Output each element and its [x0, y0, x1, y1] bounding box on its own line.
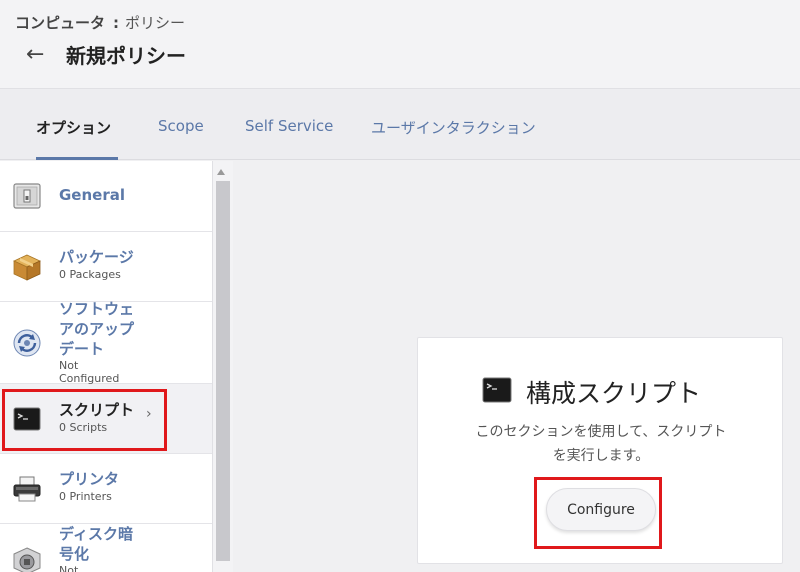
sidebar-item-label-line-1: ディスク暗 [59, 525, 133, 543]
sidebar-item-status-line-1: Not [59, 359, 79, 372]
terminal-icon [482, 377, 512, 407]
sidebar-item-label: スクリプト [59, 401, 135, 419]
sidebar-item-label-line-1: ソフトウェ [59, 300, 135, 318]
back-arrow-icon[interactable]: ← [26, 42, 56, 67]
breadcrumb-policies[interactable]: ポリシー [125, 12, 185, 33]
terminal-icon [12, 404, 42, 434]
sidebar-item-count: 0 Printers [59, 490, 112, 503]
breadcrumb-separator: : [113, 13, 120, 32]
sidebar-item-label-line-2: 号化 [59, 545, 90, 563]
configure-scripts-card: 構成スクリプト このセクションを使用して、スクリプト を実行します。 Confi… [417, 337, 783, 564]
sidebar-item-software-update[interactable]: ソフトウェ アのアップ デート Not Configured [0, 300, 212, 385]
tab-options[interactable]: オプション [36, 117, 111, 138]
tab-user-interaction[interactable]: ユーザインタラクション [371, 117, 536, 138]
tab-bar: オプション Scope Self Service ユーザインタラクション [0, 88, 800, 160]
sidebar-item-label: パッケージ [59, 248, 134, 266]
page-header: コンピュータ : ポリシー ← 新規ポリシー [0, 0, 800, 88]
sidebar: General パッケージ 0 Packages ソフトウェ アのアップ デート… [0, 161, 213, 572]
sidebar-item-printers[interactable]: プリンタ 0 Printers [0, 454, 212, 524]
sidebar-item-status-line-1: Not [59, 564, 79, 572]
main-content: 構成スクリプト このセクションを使用して、スクリプト を実行します。 Confi… [233, 161, 800, 572]
scrollbar-thumb[interactable] [216, 181, 230, 561]
sidebar-item-disk-encryption[interactable]: ディスク暗 号化 Not [0, 524, 212, 572]
sidebar-item-general[interactable]: General [0, 161, 212, 232]
sidebar-item-label: プリンタ [59, 470, 120, 488]
sidebar-item-count: 0 Packages [59, 268, 121, 281]
card-description-line-1: このセクションを使用して、スクリプト [475, 424, 727, 440]
sidebar-scrollbar[interactable] [213, 161, 233, 572]
sidebar-item-count: 0 Scripts [59, 421, 108, 434]
configure-button[interactable]: Configure [546, 488, 656, 531]
breadcrumb: コンピュータ : ポリシー [15, 12, 185, 33]
card-title: 構成スクリプト [526, 379, 702, 408]
chevron-right-icon: › [146, 406, 152, 422]
sidebar-item-scripts[interactable]: スクリプト 0 Scripts › [0, 384, 212, 454]
printer-icon [12, 474, 42, 504]
card-description-line-2: を実行します。 [552, 448, 650, 464]
switch-icon [12, 181, 42, 211]
package-box-icon [12, 252, 42, 282]
software-update-icon [12, 328, 42, 358]
sidebar-item-label-line-3: デート [59, 340, 105, 358]
scroll-up-arrow-icon[interactable] [217, 169, 225, 175]
active-tab-indicator [36, 157, 118, 160]
breadcrumb-computers[interactable]: コンピュータ [15, 12, 105, 33]
page-title: 新規ポリシー [66, 44, 186, 68]
sidebar-item-label: General [59, 186, 125, 204]
tab-scope[interactable]: Scope [158, 117, 204, 135]
tab-self-service[interactable]: Self Service [245, 117, 333, 135]
sidebar-item-packages[interactable]: パッケージ 0 Packages [0, 232, 212, 302]
sidebar-item-label-line-2: アのアップ [59, 320, 135, 338]
disk-encryption-icon [12, 546, 42, 572]
card-description: このセクションを使用して、スクリプト を実行します。 [438, 420, 764, 468]
